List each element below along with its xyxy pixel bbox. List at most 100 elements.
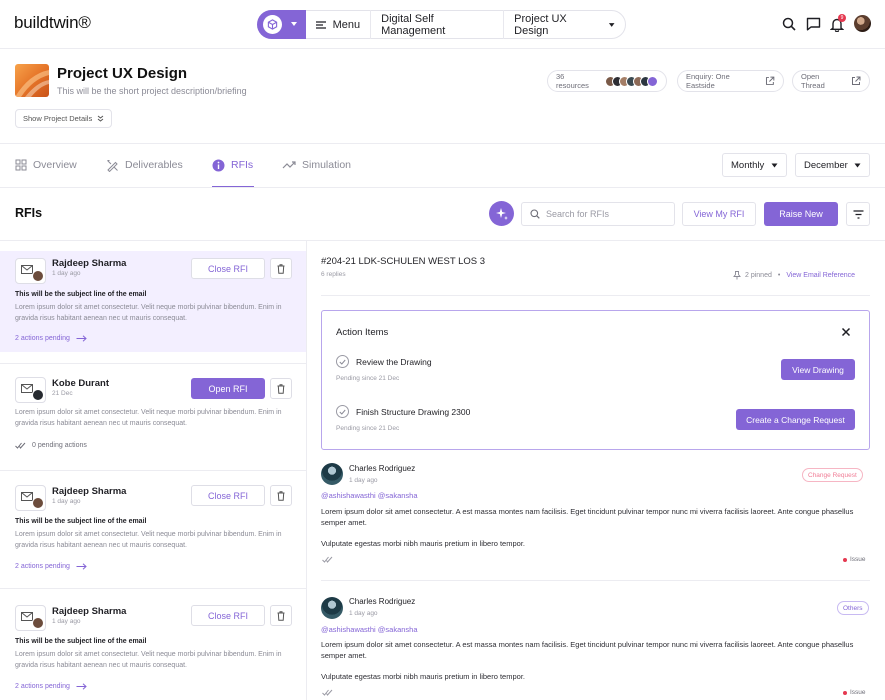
comment-mentions[interactable]: @ashishawasthi @sakansha [321, 625, 418, 634]
menu-label: Menu [332, 18, 361, 31]
project-switcher[interactable]: Project UX Design [504, 10, 625, 39]
filter-icon [853, 209, 863, 219]
open-thread-chip[interactable]: Open Thread [792, 70, 870, 92]
delete-button[interactable] [270, 378, 292, 399]
chevron-down-icon [854, 163, 861, 167]
rfi-author: Rajdeep Sharma [52, 258, 127, 269]
rfi-date: 1 day ago [52, 498, 81, 505]
view-drawing-button[interactable]: View Drawing [781, 359, 855, 380]
rfi-date: 21 Dec [52, 390, 73, 397]
check-circle-icon[interactable] [336, 405, 349, 418]
rfi-avatar [15, 258, 46, 284]
change-request-tag[interactable]: Change Request [802, 468, 863, 482]
divider [0, 588, 306, 589]
rfi-list-item[interactable]: Kobe Durant 21 Dec Open RFI Lorem ipsum … [0, 370, 306, 470]
workspace-switcher: Menu Digital Self Management Project UX … [257, 10, 626, 39]
show-details-label: Show Project Details [23, 114, 93, 123]
divider [0, 363, 306, 364]
action-item-label: Finish Structure Drawing 2300 [356, 407, 471, 417]
show-project-details-button[interactable]: Show Project Details [15, 109, 113, 128]
delete-button[interactable] [270, 258, 292, 279]
project-thumbnail [15, 64, 49, 97]
rfi-list-item[interactable]: Rajdeep Sharma 1 day ago Close RFI This … [0, 478, 306, 578]
sparkle-icon [495, 207, 508, 220]
rfi-author: Kobe Durant [52, 378, 109, 389]
user-avatar[interactable] [854, 15, 871, 32]
project-switcher-label: Project UX Design [514, 12, 567, 37]
close-rfi-button[interactable]: Close RFI [191, 258, 265, 279]
rfi-body: Lorem ipsum dolor sit amet consectetur. … [15, 304, 282, 322]
double-check-icon [15, 442, 26, 449]
search-field[interactable] [521, 202, 675, 226]
action-item-label: Review the Drawing [356, 357, 432, 367]
others-tag[interactable]: Others [837, 601, 869, 615]
app-switcher-button[interactable] [257, 10, 306, 39]
enquiry-label: Enquiry: One Eastside [686, 72, 730, 90]
pending-label: 0 pending actions [32, 442, 87, 449]
tab-simulation[interactable]: Simulation [282, 157, 351, 173]
pending-actions-link[interactable]: 2 actions pending [15, 335, 87, 342]
rfi-body: Lorem ipsum dolor sit amet consectetur. … [15, 531, 282, 549]
view-email-reference-link[interactable]: View Email Reference [786, 272, 855, 279]
month-select[interactable]: December [795, 153, 870, 177]
divider [321, 580, 870, 581]
pending-label: 2 actions pending [15, 683, 70, 690]
enquiry-chip[interactable]: Enquiry: One Eastside [677, 70, 784, 92]
comment-body: Vulputate egestas morbi nibh mauris pret… [321, 539, 525, 548]
divider [0, 187, 885, 188]
workspace-name[interactable]: Digital Self Management [371, 10, 505, 39]
rfi-list-item[interactable]: Rajdeep Sharma 1 day ago Close RFI This … [0, 598, 306, 698]
trash-icon [277, 263, 285, 274]
comment-mentions[interactable]: @ashishawasthi @sakansha [321, 491, 418, 500]
ai-assist-button[interactable] [489, 201, 514, 226]
comment-author: Charles Rodriguez [349, 597, 416, 606]
notification-badge: 9 [838, 14, 846, 22]
tab-deliverables[interactable]: Deliverables [106, 157, 183, 173]
pending-label: 2 actions pending [15, 563, 70, 570]
filter-button[interactable] [846, 202, 870, 226]
info-icon [212, 159, 225, 171]
resources-chip[interactable]: 36 resources [547, 70, 667, 92]
check-circle-icon[interactable] [336, 355, 349, 368]
create-change-request-button[interactable]: Create a Change Request [736, 409, 855, 430]
rfi-subject: This will be the subject line of the ema… [15, 518, 147, 525]
comment-body: Lorem ipsum dolor sit amet consectetur. … [321, 640, 854, 660]
action-item-pending: Pending since 21 Dec [336, 425, 400, 432]
rfi-subject: This will be the subject line of the ema… [15, 291, 147, 298]
comment-author: Charles Rodriguez [349, 464, 416, 473]
section-title: RFIs [15, 206, 43, 220]
search-icon[interactable] [780, 15, 798, 33]
tab-label: Overview [33, 159, 77, 171]
close-rfi-button[interactable]: Close RFI [191, 605, 265, 626]
chat-icon[interactable] [804, 15, 822, 33]
close-icon[interactable] [841, 327, 851, 337]
menu-button[interactable]: Menu [306, 10, 372, 39]
delete-button[interactable] [270, 605, 292, 626]
rfi-list-item[interactable]: Rajdeep Sharma 1 day ago Close RFI This … [0, 251, 306, 352]
thread-meta: 2 pinned • View Email Reference [733, 271, 855, 280]
tab-label: RFIs [231, 159, 254, 171]
search-input[interactable] [546, 209, 666, 219]
rfi-body: Lorem ipsum dolor sit amet consectetur. … [15, 651, 282, 669]
period-select[interactable]: Monthly [722, 153, 787, 177]
pending-actions-link[interactable]: 2 actions pending [15, 563, 87, 570]
pending-actions-link[interactable]: 2 actions pending [15, 683, 87, 690]
rfi-author: Rajdeep Sharma [52, 486, 127, 497]
delete-button[interactable] [270, 485, 292, 506]
mail-icon [21, 492, 33, 501]
open-rfi-button[interactable]: Open RFI [191, 378, 265, 399]
action-items-title: Action Items [336, 327, 389, 338]
resources-label: 36 resources [556, 72, 589, 90]
reply-count: 6 replies [321, 271, 346, 278]
raise-new-button[interactable]: Raise New [764, 202, 838, 226]
tab-overview[interactable]: Overview [15, 157, 77, 173]
project-description: This will be the short project descripti… [57, 86, 247, 96]
rfi-body: Lorem ipsum dolor sit amet consectetur. … [15, 409, 282, 427]
tab-rfis[interactable]: RFIs [212, 157, 253, 173]
close-rfi-button[interactable]: Close RFI [191, 485, 265, 506]
chevron-down-icon [771, 163, 778, 167]
issue-dot-icon [843, 690, 847, 695]
divider [321, 295, 870, 296]
app-logo[interactable]: buildtwin® [14, 13, 91, 33]
view-my-rfi-button[interactable]: View My RFI [682, 202, 756, 226]
